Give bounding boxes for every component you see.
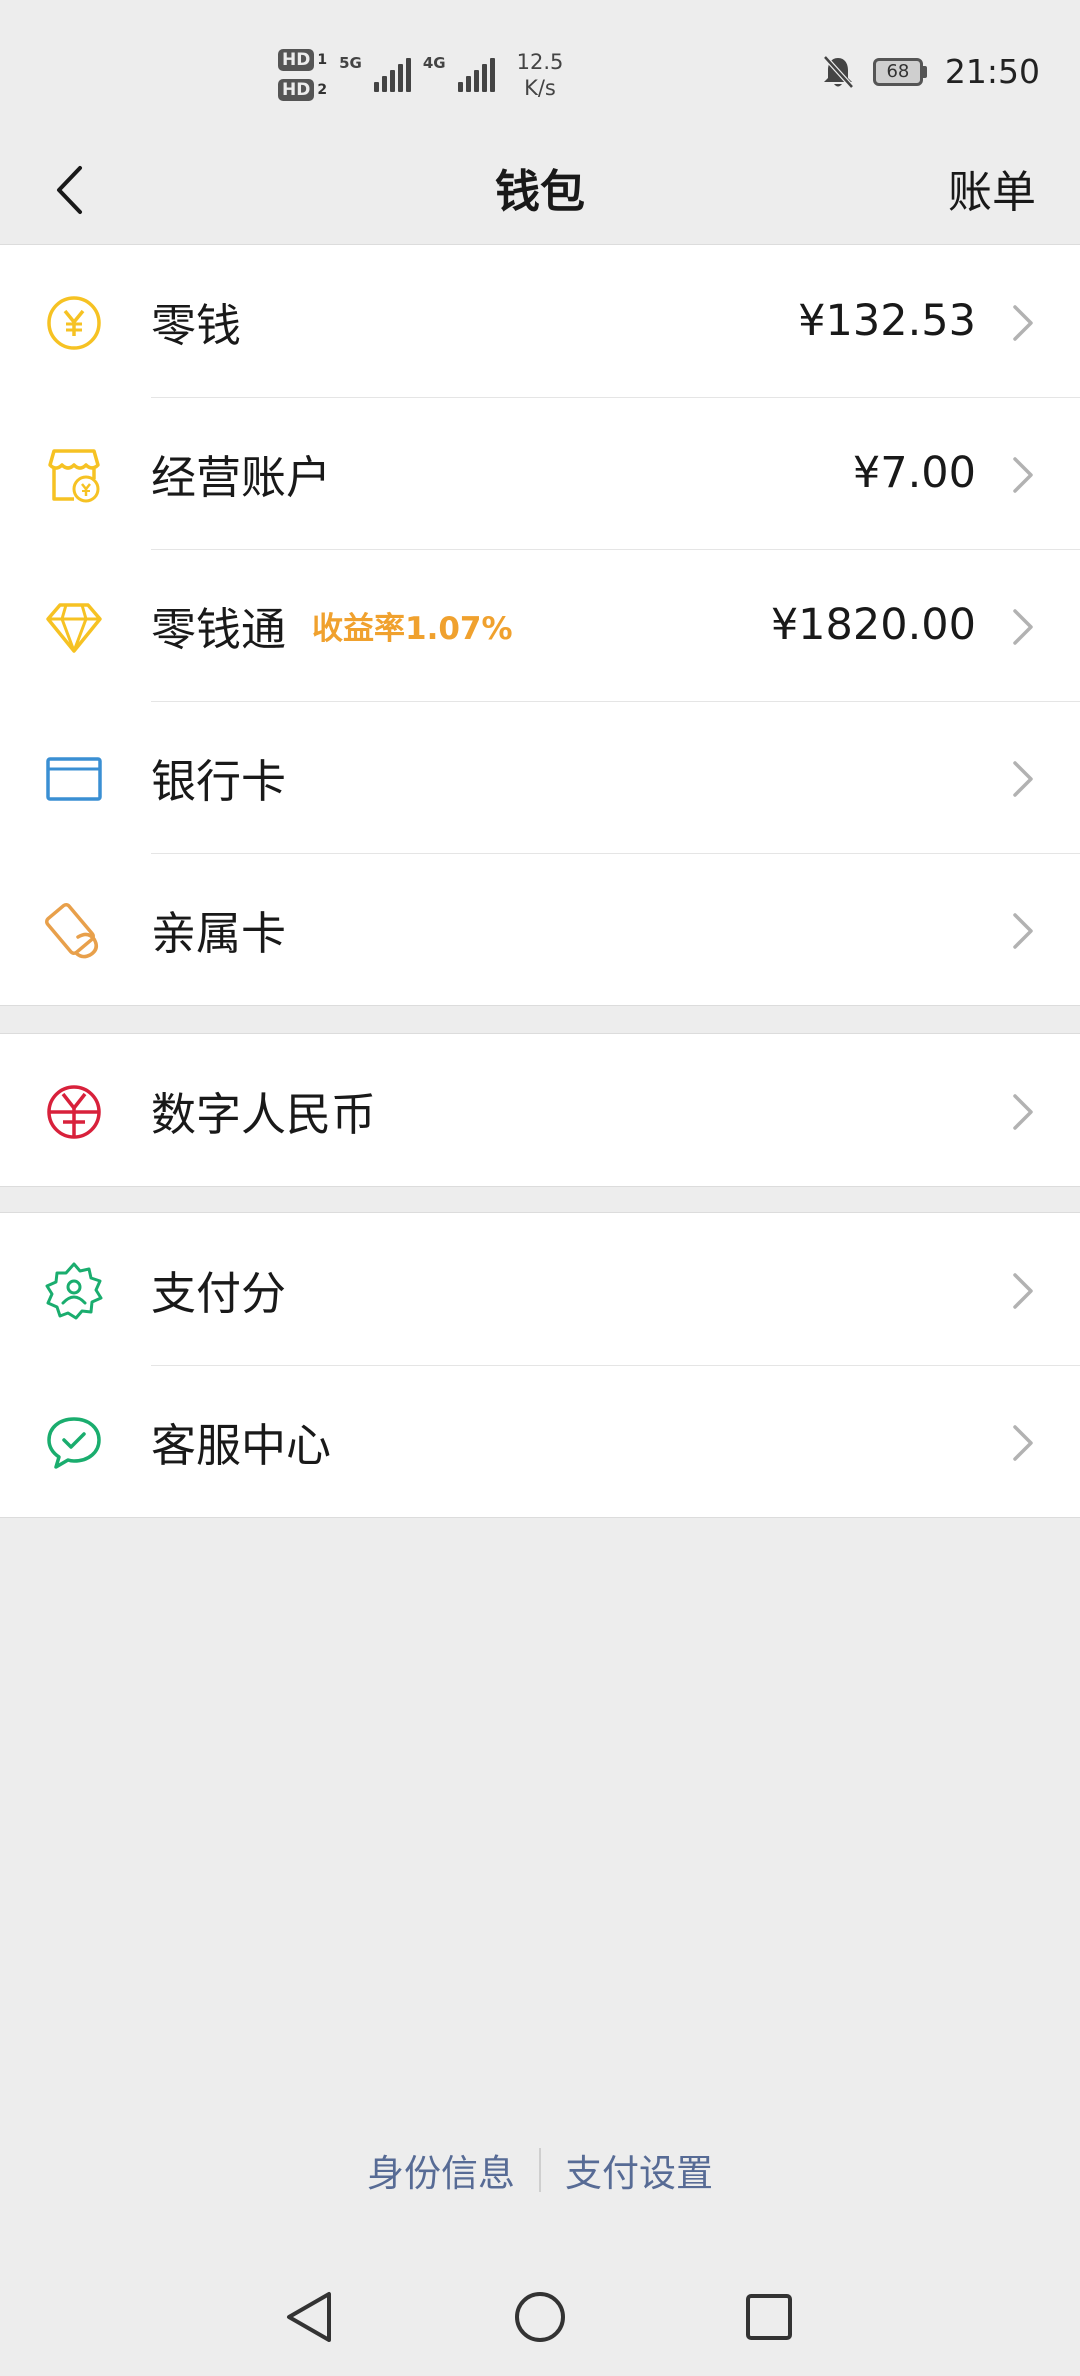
chevron-right-icon: [1013, 609, 1033, 645]
wallet-item-bank-card[interactable]: 银行卡: [0, 701, 1080, 853]
bill-button[interactable]: 账单: [948, 130, 1036, 245]
row-label: 零钱: [151, 245, 241, 397]
payment-settings-link[interactable]: 支付设置: [565, 2143, 713, 2197]
bell-off-icon: [823, 54, 854, 89]
network-speed: 12.5 K/s: [517, 49, 564, 101]
coin-yuan-icon: [47, 296, 101, 350]
pay-score-icon: [45, 1262, 103, 1320]
customer-service-icon: [47, 1417, 101, 1469]
battery-level: 68: [872, 57, 923, 86]
label-text: 数字人民币: [151, 1087, 377, 1141]
row-label: 亲属卡: [151, 853, 286, 1005]
hd-indicators: HD 1 HD 2: [278, 49, 327, 101]
system-home-button[interactable]: [505, 2282, 575, 2352]
navbar: 钱包 账单: [0, 130, 1080, 245]
chevron-right-icon: [1013, 1425, 1033, 1461]
status-bar: HD 1 HD 2 5G 4G 12.5 K/s 68 21:50: [0, 0, 1080, 150]
wallet-item-pay-score[interactable]: 支付分: [0, 1213, 1080, 1365]
row-value: ¥132.53: [798, 296, 976, 346]
shop-yuan-icon: [48, 449, 100, 503]
yield-rate-tag: 收益率1.07%: [312, 610, 513, 647]
chevron-right-icon: [1013, 913, 1033, 949]
circle-home-icon: [515, 2292, 565, 2342]
diamond-icon: [46, 603, 102, 653]
wallet-group: 零钱 ¥132.53 经营账户 ¥7.00 零钱通 收益率1.07% ¥1820…: [0, 244, 1080, 1006]
system-back-button[interactable]: [274, 2282, 344, 2352]
wallet-item-digital-rmb[interactable]: 数字人民币: [0, 1034, 1080, 1186]
back-button[interactable]: [30, 150, 110, 230]
status-right: 68 21:50: [821, 52, 1040, 91]
wallet-item-family-card[interactable]: 亲属卡: [0, 853, 1080, 1005]
triangle-back-icon: [287, 2292, 331, 2342]
signal-4g-icon: [457, 58, 495, 92]
battery-icon: 68: [872, 57, 927, 86]
row-value: ¥1820.00: [770, 600, 976, 650]
wallet-item-customer-service[interactable]: 客服中心: [0, 1365, 1080, 1517]
label-text: 经营账户: [151, 450, 332, 504]
chevron-right-icon: [1013, 1273, 1033, 1309]
clock: 21:50: [944, 52, 1040, 91]
hd-icon: HD: [278, 79, 315, 101]
system-recents-button[interactable]: [734, 2282, 804, 2352]
chevron-right-icon: [1013, 761, 1033, 797]
row-label: 经营账户: [151, 397, 331, 549]
wallet-item-business-account[interactable]: 经营账户 ¥7.00: [0, 397, 1080, 549]
chevron-right-icon: [1013, 1094, 1033, 1130]
label-text: 零钱通: [151, 602, 287, 656]
digital-rmb-group: 数字人民币: [0, 1033, 1080, 1187]
label-text: 支付分: [151, 1266, 287, 1320]
row-value: ¥7.00: [852, 448, 976, 498]
back-arrow-icon: [57, 166, 82, 214]
family-card-icon: [45, 903, 98, 959]
network-4g-label: 4G: [422, 54, 446, 72]
sim1-number: 1: [317, 52, 328, 68]
hd-icon: HD: [278, 49, 315, 71]
label-text: 零钱: [151, 298, 242, 352]
row-label: 银行卡: [151, 701, 286, 853]
page-title: 钱包: [494, 165, 585, 218]
network-5g-label: 5G: [339, 54, 362, 72]
signal-5g-icon: [373, 58, 411, 92]
identity-info-link[interactable]: 身份信息: [367, 2143, 515, 2197]
footer-links: 身份信息 支付设置: [0, 2143, 1080, 2197]
status-left: HD 1 HD 2 5G 4G 12.5 K/s: [278, 40, 563, 110]
chevron-right-icon: [1013, 305, 1033, 341]
hd-badge-2: HD 2: [278, 79, 327, 101]
sim2-number: 2: [317, 82, 328, 98]
system-navigation-bar: [0, 2270, 1080, 2360]
bank-card-icon: [46, 757, 102, 801]
square-recents-icon: [746, 2294, 792, 2340]
speed-value: 12.5: [516, 50, 564, 74]
label-text: 银行卡: [151, 754, 287, 808]
row-label: 零钱通 收益率1.07%: [151, 549, 513, 701]
digital-rmb-icon: [47, 1085, 101, 1139]
footer-divider: [539, 2148, 541, 2192]
row-label: 支付分: [151, 1213, 286, 1365]
label-text: 客服中心: [151, 1418, 332, 1472]
wallet-item-lqt[interactable]: 零钱通 收益率1.07% ¥1820.00: [0, 549, 1080, 701]
label-text: 亲属卡: [151, 906, 287, 960]
speed-unit: K/s: [524, 76, 556, 100]
row-label: 客服中心: [151, 1365, 331, 1517]
service-group: 支付分 客服中心: [0, 1212, 1080, 1518]
chevron-right-icon: [1013, 457, 1033, 493]
hd-badge-1: HD 1: [278, 49, 327, 71]
row-label: 数字人民币: [151, 1034, 376, 1186]
wallet-item-change[interactable]: 零钱 ¥132.53: [0, 245, 1080, 397]
